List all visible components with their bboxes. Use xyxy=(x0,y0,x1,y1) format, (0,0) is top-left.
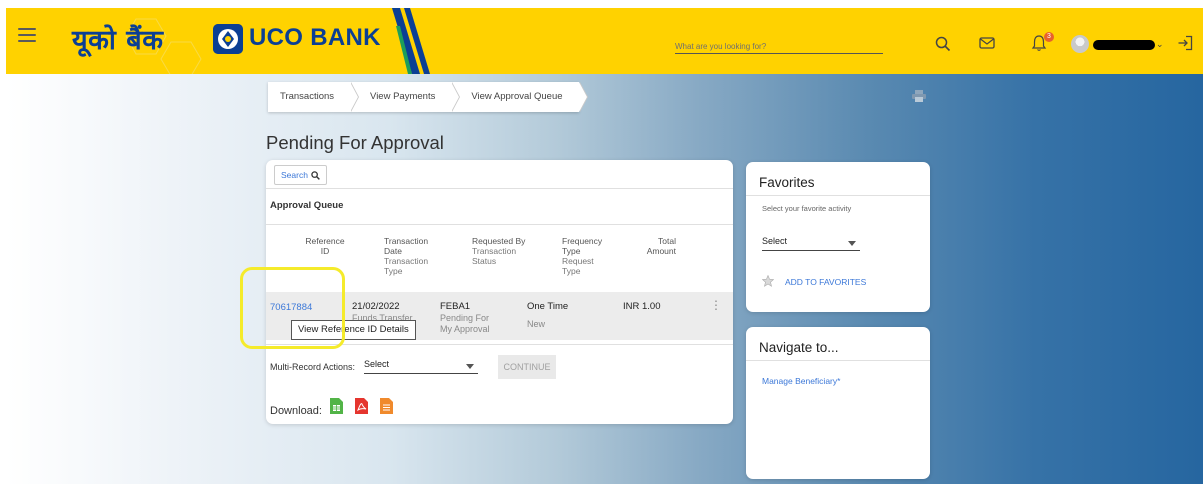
column-header-reference-id[interactable]: Reference ID xyxy=(300,236,350,256)
column-label: Frequency Type xyxy=(562,236,603,256)
page-title: Pending For Approval xyxy=(266,132,444,153)
frequency-type: One Time xyxy=(527,301,569,312)
search-label: Search xyxy=(281,170,308,180)
reference-id-link[interactable]: 70617884 xyxy=(270,302,312,313)
mail-icon[interactable] xyxy=(979,36,995,50)
navigate-card: Navigate to... Manage Beneficiary* xyxy=(746,327,930,479)
breadcrumb: Transactions View Payments View Approval… xyxy=(268,82,588,112)
divider xyxy=(266,344,733,345)
favorites-title: Favorites xyxy=(759,175,815,190)
row-actions-icon[interactable]: ⋮ xyxy=(710,299,722,311)
multi-record-select[interactable]: Select xyxy=(364,359,478,374)
brand-name: UCO BANK xyxy=(249,24,381,51)
add-to-favorites-link[interactable]: ADD TO FAVORITES xyxy=(785,277,866,287)
bank-logo-icon xyxy=(213,24,243,54)
column-sublabel: Request Type xyxy=(562,256,594,276)
column-label: Transaction Date xyxy=(384,236,429,256)
search-icon xyxy=(311,170,320,180)
column-header-requested-by[interactable]: Requested By Transaction Status xyxy=(472,236,528,266)
caret-down-icon xyxy=(848,241,856,246)
divider xyxy=(746,360,930,361)
column-sublabel: Transaction Status xyxy=(472,246,517,266)
multi-record-label: Multi-Record Actions: xyxy=(270,362,356,372)
approval-queue-title: Approval Queue xyxy=(270,200,344,211)
favorites-note: Select your favorite activity xyxy=(762,204,852,213)
column-label: Reference ID xyxy=(305,236,345,256)
request-type: New xyxy=(527,319,546,329)
chevron-down-icon[interactable]: ⌄ xyxy=(1156,39,1164,50)
caret-down-icon xyxy=(466,364,474,369)
doc-icon[interactable] xyxy=(380,398,393,414)
star-icon[interactable] xyxy=(762,275,774,287)
breadcrumb-view-payments[interactable]: View Payments xyxy=(350,82,461,112)
column-header-total-amount[interactable]: Total Amount xyxy=(638,236,676,256)
manage-beneficiary-link[interactable]: Manage Beneficiary* xyxy=(762,376,840,386)
global-search-input[interactable] xyxy=(675,40,883,54)
column-sublabel: Transaction Type xyxy=(384,256,429,276)
approval-queue-card: Search Approval Queue Reference ID Trans… xyxy=(266,160,733,424)
excel-icon[interactable] xyxy=(330,398,343,414)
logout-icon[interactable] xyxy=(1177,35,1193,51)
notification-badge: 3 xyxy=(1044,32,1054,42)
continue-button[interactable]: CONTINUE xyxy=(498,355,556,379)
download-label: Download: xyxy=(270,405,322,417)
transaction-status: Pending For My Approval xyxy=(440,313,490,334)
app-header: यूको बैंक UCO BANK 3 ⌄ xyxy=(6,8,1203,74)
transaction-date: 21/02/2022 xyxy=(352,301,400,312)
username-redacted xyxy=(1093,40,1155,50)
search-button[interactable]: Search xyxy=(274,165,327,185)
print-icon[interactable] xyxy=(912,90,926,102)
brand-hindi: यूको बैंक xyxy=(72,25,164,56)
pdf-icon[interactable] xyxy=(355,398,368,414)
column-label: Total Amount xyxy=(646,236,676,256)
divider xyxy=(266,224,733,225)
divider xyxy=(746,195,930,196)
breadcrumb-transactions[interactable]: Transactions xyxy=(268,82,360,112)
column-header-transaction-date[interactable]: Transaction Date Transaction Type xyxy=(384,236,444,276)
brand-stripes-icon xyxy=(392,8,430,74)
menu-icon[interactable] xyxy=(18,28,36,42)
requested-by: FEBA1 xyxy=(440,301,471,312)
total-amount: INR 1.00 xyxy=(623,301,661,312)
favorites-card: Favorites Select your favorite activity … xyxy=(746,162,930,312)
search-icon[interactable] xyxy=(935,36,951,52)
column-header-frequency-type[interactable]: Frequency Type Request Type xyxy=(562,236,610,276)
navigate-title: Navigate to... xyxy=(759,340,839,355)
multi-record-select-value: Select xyxy=(364,359,390,369)
breadcrumb-view-approval-queue: View Approval Queue xyxy=(451,82,588,112)
favorites-select-value: Select xyxy=(762,236,788,246)
column-label: Requested By xyxy=(472,236,526,246)
avatar[interactable] xyxy=(1071,35,1089,53)
reference-id-tooltip: View Reference ID Details xyxy=(291,320,416,340)
favorites-select[interactable]: Select xyxy=(762,236,860,251)
divider xyxy=(266,188,733,189)
